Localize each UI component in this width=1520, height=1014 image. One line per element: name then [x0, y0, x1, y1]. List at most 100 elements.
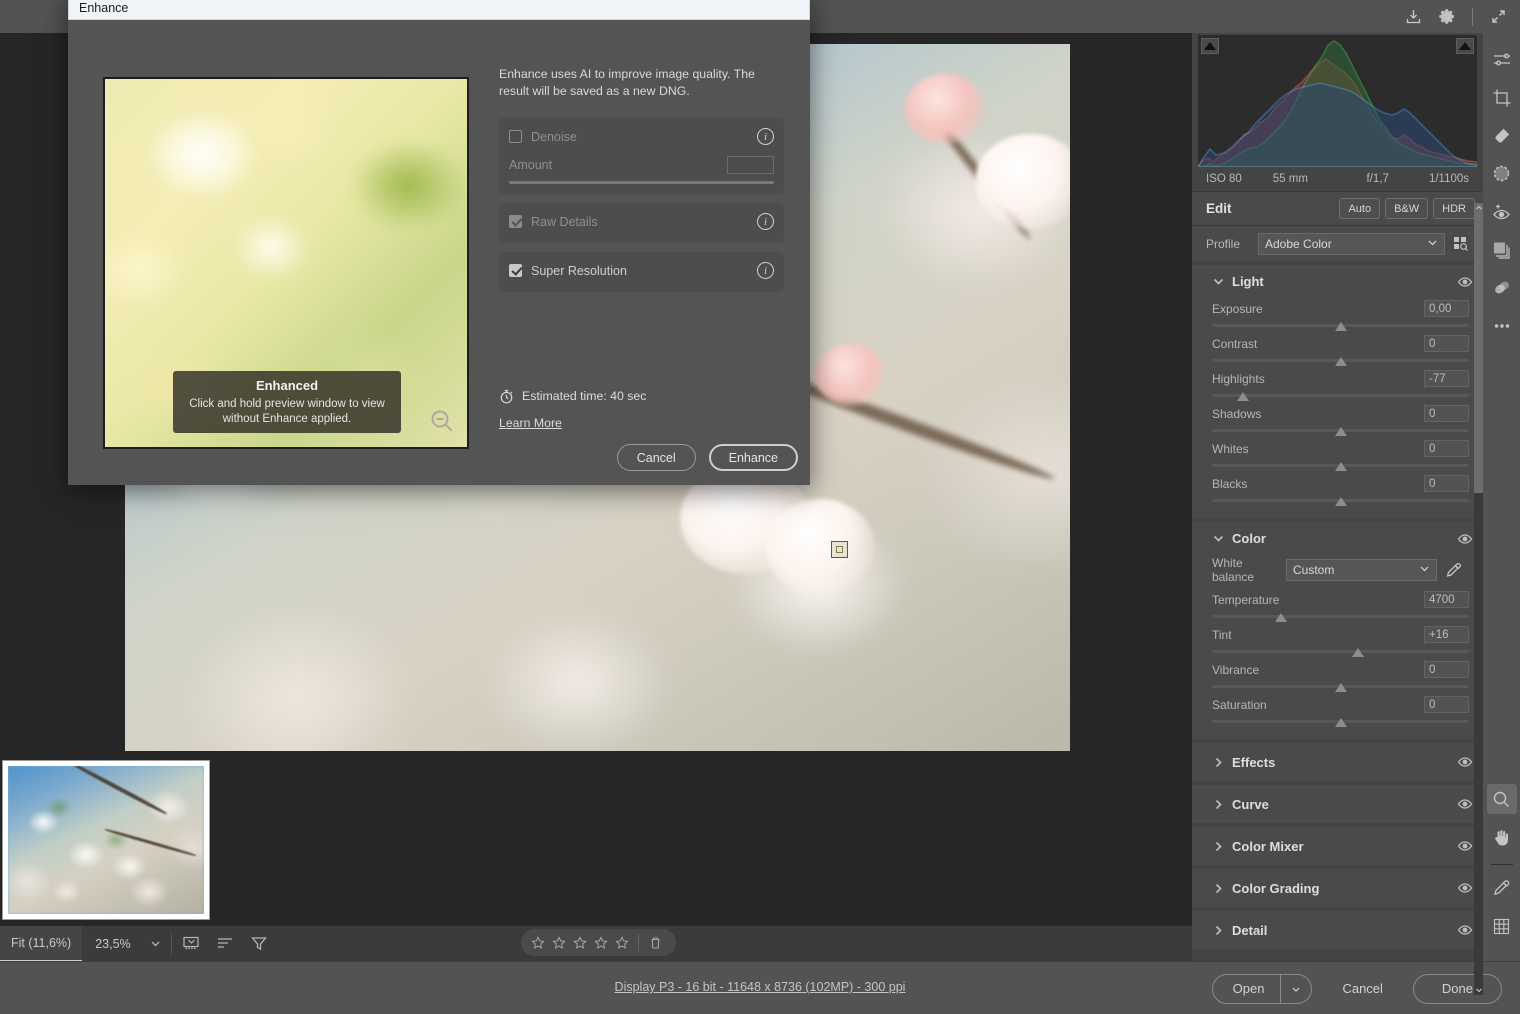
- profile-browser-icon[interactable]: [1445, 235, 1475, 252]
- highlight-clipping-icon[interactable]: [1456, 38, 1474, 54]
- enhance-preview[interactable]: Enhanced Click and hold preview window t…: [103, 77, 469, 449]
- chevron-down-icon[interactable]: [1212, 275, 1228, 288]
- chevron-right-icon[interactable]: [1212, 798, 1228, 811]
- vibrance-slider[interactable]: Vibrance 0: [1212, 659, 1469, 693]
- presets-icon[interactable]: [1487, 273, 1517, 303]
- snapshots-icon[interactable]: [1487, 235, 1517, 265]
- curve-section-header[interactable]: Curve: [1192, 785, 1483, 823]
- saturation-slider[interactable]: Saturation 0: [1212, 694, 1469, 728]
- eye-visibility-icon[interactable]: [1457, 754, 1473, 770]
- slider-handle[interactable]: [1334, 497, 1347, 506]
- zoom-fit-button[interactable]: Fit (11,6%): [0, 925, 83, 962]
- exposure-value[interactable]: 0,00: [1424, 300, 1469, 317]
- eye-visibility-icon[interactable]: [1457, 922, 1473, 938]
- crop-selection-marker[interactable]: [831, 541, 848, 558]
- detail-section-header[interactable]: Detail: [1192, 911, 1483, 949]
- masking-selection-icon[interactable]: [1487, 159, 1517, 189]
- slider-handle[interactable]: [1334, 683, 1347, 692]
- info-icon[interactable]: i: [757, 213, 774, 231]
- highlights-value[interactable]: -77: [1424, 370, 1469, 387]
- slider-handle[interactable]: [1334, 427, 1347, 436]
- scroll-up-icon[interactable]: [1474, 201, 1483, 215]
- bw-button[interactable]: B&W: [1385, 198, 1429, 219]
- contrast-value[interactable]: 0: [1424, 335, 1469, 352]
- highlights-slider[interactable]: Highlights -77: [1212, 368, 1469, 402]
- chevron-right-icon[interactable]: [1212, 840, 1228, 853]
- spot-healing-icon[interactable]: [1487, 121, 1517, 151]
- hdr-button[interactable]: HDR: [1433, 198, 1475, 219]
- grid-overlay-icon[interactable]: [1487, 911, 1517, 941]
- tint-value[interactable]: +16: [1424, 626, 1469, 643]
- zoom-percent-label[interactable]: 23,5%: [82, 926, 143, 962]
- learn-more-link[interactable]: Learn More: [499, 416, 562, 430]
- rating-star[interactable]: [592, 934, 610, 952]
- slider-handle[interactable]: [1334, 322, 1347, 331]
- raw-details-checkbox[interactable]: [509, 215, 522, 229]
- panel-scrollbar[interactable]: [1474, 203, 1483, 995]
- eye-visibility-icon[interactable]: [1457, 274, 1473, 290]
- settings-gear-icon[interactable]: [1433, 3, 1461, 31]
- slider-handle[interactable]: [1334, 462, 1347, 471]
- crop-rotate-icon[interactable]: [1487, 83, 1517, 113]
- more-options-icon[interactable]: [1487, 311, 1517, 341]
- eye-visibility-icon[interactable]: [1457, 880, 1473, 896]
- info-icon[interactable]: i: [757, 262, 774, 280]
- blacks-value[interactable]: 0: [1424, 475, 1469, 492]
- shadows-value[interactable]: 0: [1424, 405, 1469, 422]
- filmstrip-thumbnail[interactable]: [2, 760, 210, 920]
- filter-funnel-icon[interactable]: [243, 926, 277, 962]
- effects-section-header[interactable]: Effects: [1192, 743, 1483, 781]
- scrollbar-thumb[interactable]: [1474, 203, 1483, 493]
- temperature-value[interactable]: 4700: [1424, 591, 1469, 608]
- red-eye-icon[interactable]: [1487, 197, 1517, 227]
- eye-visibility-icon[interactable]: [1457, 796, 1473, 812]
- temperature-slider[interactable]: Temperature 4700: [1212, 589, 1469, 623]
- info-icon[interactable]: i: [757, 128, 774, 146]
- hand-pan-icon[interactable]: [1487, 822, 1517, 852]
- done-button[interactable]: Done: [1412, 973, 1502, 1004]
- vibrance-value[interactable]: 0: [1424, 661, 1469, 678]
- denoise-checkbox[interactable]: [509, 130, 522, 144]
- rating-star[interactable]: [529, 934, 547, 952]
- star-rating-control[interactable]: [521, 929, 676, 956]
- cancel-button[interactable]: Cancel: [1322, 974, 1402, 1004]
- slider-handle[interactable]: [1334, 357, 1347, 366]
- rating-star[interactable]: [571, 934, 589, 952]
- tint-slider[interactable]: Tint +16: [1212, 624, 1469, 658]
- trash-delete-icon[interactable]: [646, 934, 664, 952]
- chevron-right-icon[interactable]: [1212, 882, 1228, 895]
- contrast-slider[interactable]: Contrast 0: [1212, 333, 1469, 367]
- exposure-slider[interactable]: Exposure 0,00: [1212, 298, 1469, 332]
- chevron-down-icon[interactable]: [1212, 532, 1228, 545]
- amount-input[interactable]: [727, 155, 774, 174]
- eye-visibility-icon[interactable]: [1457, 838, 1473, 854]
- raw-details-row[interactable]: Raw Details i: [509, 211, 774, 233]
- chevron-down-icon[interactable]: [1281, 984, 1311, 994]
- histogram[interactable]: [1196, 35, 1478, 168]
- chevron-right-icon[interactable]: [1212, 924, 1228, 937]
- slider-handle[interactable]: [1275, 613, 1288, 622]
- eye-visibility-icon[interactable]: [1457, 531, 1473, 547]
- fullscreen-expand-icon[interactable]: [1484, 3, 1512, 31]
- rating-star[interactable]: [613, 934, 631, 952]
- color-grading-section-header[interactable]: Color Grading: [1192, 869, 1483, 907]
- dialog-enhance-button[interactable]: Enhance: [708, 444, 798, 471]
- rating-star[interactable]: [550, 934, 568, 952]
- color-mixer-section-header[interactable]: Color Mixer: [1192, 827, 1483, 865]
- slider-handle[interactable]: [1352, 648, 1365, 657]
- thumbnail-view-icon[interactable]: [175, 926, 209, 962]
- super-resolution-checkbox[interactable]: [509, 264, 522, 278]
- slider-handle[interactable]: [1236, 392, 1249, 401]
- shadow-clipping-icon[interactable]: [1201, 38, 1219, 54]
- color-section-header[interactable]: Color: [1192, 522, 1483, 555]
- scroll-down-icon[interactable]: [1474, 983, 1483, 997]
- super-resolution-row[interactable]: Super Resolution i: [509, 260, 774, 282]
- auto-button[interactable]: Auto: [1339, 198, 1381, 219]
- sort-order-icon[interactable]: [209, 926, 243, 962]
- light-section-header[interactable]: Light: [1192, 265, 1483, 298]
- eyedropper-icon[interactable]: [1437, 562, 1469, 579]
- whites-slider[interactable]: Whites 0: [1212, 438, 1469, 472]
- eyedropper-sampler-icon[interactable]: [1487, 873, 1517, 903]
- save-download-icon[interactable]: [1399, 3, 1427, 31]
- dialog-cancel-button[interactable]: Cancel: [616, 444, 696, 471]
